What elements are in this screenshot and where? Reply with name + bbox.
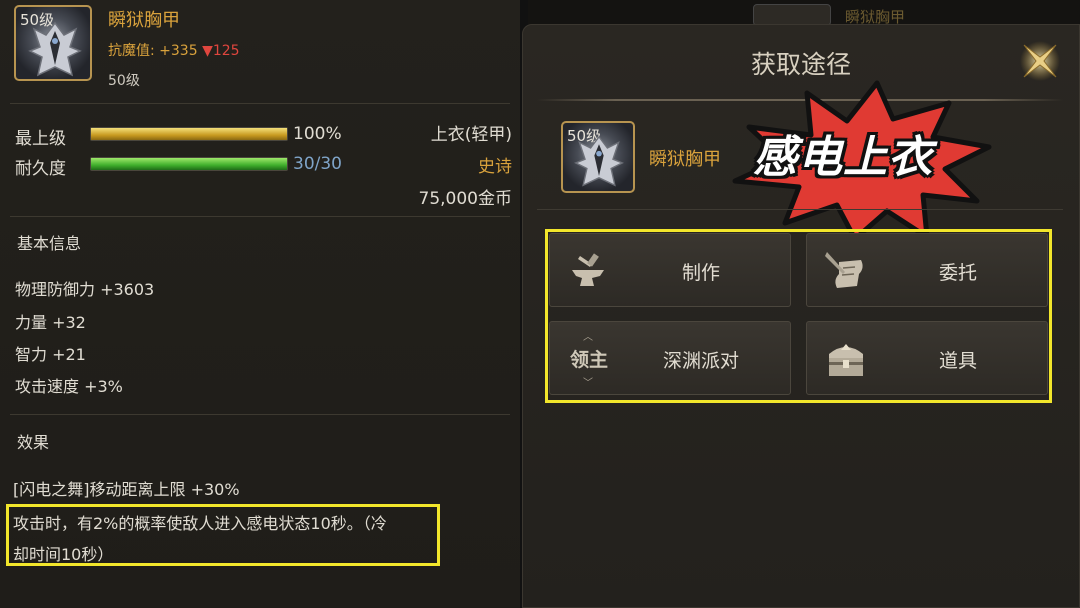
chest-armor-icon	[574, 135, 624, 187]
durability-bar-fill	[91, 158, 287, 170]
modal-item-name: 瞬狱胸甲	[649, 149, 721, 170]
effect-highlight-box	[6, 504, 440, 566]
divider	[10, 103, 510, 104]
chest-armor-icon	[28, 21, 82, 77]
attribute-line: 物理防御力 +3603	[15, 280, 155, 299]
modal-title: 获取途径	[750, 50, 851, 79]
price: 75,000金币	[418, 189, 512, 209]
attribute-line: 攻击速度 +3%	[15, 377, 123, 396]
magic-resist: 抗魔值: +335 ▼125	[108, 40, 240, 60]
durability-value: 30/30	[293, 154, 342, 174]
upgrade-label: 最上级	[15, 129, 66, 149]
resist-delta: ▼125	[202, 43, 240, 59]
attribute-line: 智力 +21	[15, 345, 86, 364]
item-icon: 50级	[14, 5, 92, 81]
basic-info-title: 基本信息	[17, 234, 82, 253]
divider	[10, 216, 510, 217]
item-level: 50级	[108, 73, 140, 89]
background-tab	[753, 4, 831, 26]
close-icon[interactable]	[1016, 37, 1064, 85]
annotation-text: 感电上衣	[753, 132, 933, 183]
upgrade-value: 100%	[293, 124, 342, 144]
divider	[10, 414, 510, 415]
upgrade-bar	[90, 127, 288, 141]
effect-title: 效果	[17, 433, 50, 452]
acquisition-modal: 获取途径 50级 瞬狱胸甲 感电上衣 制作 委托 ︿ 领主 ﹀ 深渊派对 道具	[522, 24, 1080, 608]
sources-highlight-box	[545, 229, 1052, 403]
item-tooltip-panel: 50级 瞬狱胸甲 抗魔值: +335 ▼125 50级 最上级 100% 耐久度…	[0, 0, 520, 608]
attribute-line: 力量 +32	[15, 313, 86, 332]
durability-label: 耐久度	[15, 159, 66, 179]
durability-bar	[90, 157, 288, 171]
resist-value: +335	[159, 43, 198, 59]
modal-item-icon: 50级	[561, 121, 635, 193]
modal-divider	[537, 209, 1063, 210]
rarity: 史诗	[478, 157, 512, 177]
effect-line: [闪电之舞]移动距离上限 +30%	[13, 480, 240, 499]
item-name: 瞬狱胸甲	[108, 10, 180, 31]
upgrade-bar-fill	[91, 128, 287, 140]
equip-slot: 上衣(轻甲)	[430, 125, 512, 145]
resist-label: 抗魔值:	[108, 43, 155, 59]
